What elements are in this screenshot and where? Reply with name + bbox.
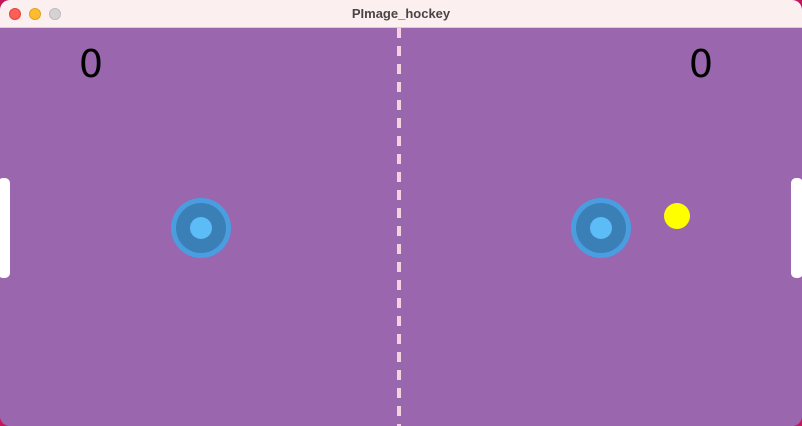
left-player-score: 0 (78, 42, 104, 86)
mallet-knob (190, 217, 212, 239)
hockey-rink[interactable]: 0 0 (0, 28, 802, 426)
center-line (397, 28, 401, 426)
mallet-knob (590, 217, 612, 239)
left-goal (0, 178, 10, 278)
right-goal (791, 178, 802, 278)
right-player-score: 0 (688, 42, 714, 86)
title-bar: PImage_hockey (0, 0, 802, 28)
left-player-mallet[interactable] (171, 198, 231, 258)
puck (664, 203, 690, 229)
window-title: PImage_hockey (351, 6, 451, 21)
game-window: PImage_hockey 0 0 (0, 0, 802, 426)
right-player-mallet[interactable] (571, 198, 631, 258)
